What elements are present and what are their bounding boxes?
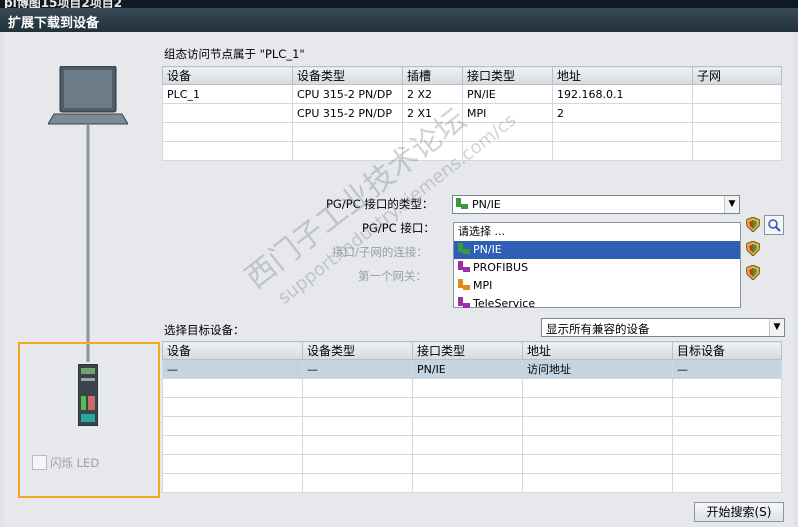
cell <box>692 84 782 104</box>
mpi-icon <box>458 279 470 291</box>
cell <box>292 122 403 142</box>
dropdown-item-profibus[interactable]: PROFIBUS <box>454 259 740 277</box>
pgpc-type-select[interactable]: PN/IE ▼ <box>452 195 740 214</box>
table-row <box>162 397 782 417</box>
cell <box>692 103 782 123</box>
col-device-type: 设备类型 <box>302 341 413 360</box>
flash-led-checkbox[interactable] <box>32 455 47 470</box>
table-row[interactable]: CPU 315-2 PN/DP 2 X1 MPI 2 <box>162 103 782 123</box>
teleservice-icon <box>458 297 470 309</box>
cell: — <box>672 359 782 379</box>
shield-icon <box>746 241 760 256</box>
cell <box>162 141 293 161</box>
background-window-strip: pl博图15项目2项目2 <box>0 0 798 8</box>
subnet-connection-label: 接口/子网的连接： <box>332 245 428 259</box>
cell <box>162 122 293 142</box>
pg-laptop-icon <box>48 66 128 362</box>
cell: CPU 315-2 PN/DP <box>292 84 403 104</box>
col-device: 设备 <box>162 66 293 85</box>
table-row[interactable]: — — PN/IE 访问地址 — <box>162 359 782 379</box>
col-address: 地址 <box>522 341 673 360</box>
config-table: 设备 设备类型 插槽 接口类型 地址 子网 PLC_1 CPU 315-2 PN… <box>162 66 782 161</box>
cell <box>692 141 782 161</box>
first-gateway-label: 第一个网关： <box>358 269 427 283</box>
target-filter-select[interactable]: 显示所有兼容的设备 ▼ <box>541 318 785 337</box>
col-subnet: 子网 <box>692 66 782 85</box>
pnie-icon <box>458 243 470 255</box>
chevron-down-icon[interactable]: ▼ <box>724 196 739 213</box>
pgpc-type-label: PG/PC 接口的类型： <box>326 197 434 211</box>
cell <box>292 141 403 161</box>
magnifier-icon <box>768 219 781 232</box>
table-row <box>162 378 782 398</box>
cell: 访问地址 <box>522 359 673 379</box>
start-search-button[interactable]: 开始搜索(S) <box>694 502 784 522</box>
pgpc-type-value: PN/IE <box>472 198 501 211</box>
cell: 2 X1 <box>402 103 463 123</box>
properties-button[interactable] <box>764 215 784 235</box>
dialog-client: 闪烁 LED 组态访问节点属于 "PLC_1" 设备 设备类型 插槽 接口类型 … <box>4 32 794 527</box>
cell: PN/IE <box>462 84 553 104</box>
cell <box>162 103 293 123</box>
table-row <box>162 141 782 161</box>
cell: — <box>162 359 303 379</box>
cell <box>462 141 553 161</box>
target-device-table: 设备 设备类型 接口类型 地址 目标设备 — — PN/IE 访问地址 — <box>162 341 782 493</box>
cell: CPU 315-2 PN/DP <box>292 103 403 123</box>
shield-icon <box>746 265 760 280</box>
table-row[interactable]: PLC_1 CPU 315-2 PN/DP 2 X2 PN/IE 192.168… <box>162 84 782 104</box>
cell <box>552 141 693 161</box>
col-device-type: 设备类型 <box>292 66 403 85</box>
pnie-icon <box>456 198 468 213</box>
col-address: 地址 <box>552 66 693 85</box>
col-interface-type: 接口类型 <box>412 341 523 360</box>
plc-device-icon <box>78 364 98 426</box>
dropdown-item-select[interactable]: 请选择 ... <box>454 223 740 241</box>
cell: 2 X2 <box>402 84 463 104</box>
dropdown-item-pnie[interactable]: PN/IE <box>454 241 740 259</box>
cell: 2 <box>552 103 693 123</box>
dropdown-item-teleservice[interactable]: TeleService <box>454 295 740 313</box>
table-row <box>162 454 782 474</box>
shield-icon <box>746 217 760 232</box>
col-interface-type: 接口类型 <box>462 66 553 85</box>
cell: MPI <box>462 103 553 123</box>
cell: — <box>302 359 413 379</box>
table-row <box>162 122 782 142</box>
col-device: 设备 <box>162 341 303 360</box>
cell <box>462 122 553 142</box>
dialog-title: 扩展下载到设备 <box>8 16 100 31</box>
cell <box>552 122 693 142</box>
background-window-title: pl博图15项目2项目2 <box>4 0 123 8</box>
col-slot: 插槽 <box>402 66 463 85</box>
chevron-down-icon[interactable]: ▼ <box>769 319 784 336</box>
flash-led-label: 闪烁 LED <box>50 456 100 470</box>
table-row <box>162 416 782 436</box>
dialog-titlebar: 扩展下载到设备 <box>0 8 798 32</box>
config-heading: 组态访问节点属于 "PLC_1" <box>164 47 305 61</box>
target-device-label: 选择目标设备： <box>164 323 245 337</box>
download-dialog: 扩展下载到设备 闪烁 LED 组态访问节点属于 "PLC_1" 设备 设备类型 … <box>0 8 798 527</box>
table-row <box>162 435 782 455</box>
cell: 192.168.0.1 <box>552 84 693 104</box>
col-target-device: 目标设备 <box>672 341 782 360</box>
target-device-panel: 闪烁 LED <box>18 342 160 498</box>
cell <box>402 122 463 142</box>
cell: PN/IE <box>412 359 523 379</box>
profibus-icon <box>458 261 470 273</box>
dropdown-item-mpi[interactable]: MPI <box>454 277 740 295</box>
pgpc-type-dropdown-list: 请选择 ... PN/IE PROFIBUS MPI TeleService <box>453 222 741 310</box>
cell: PLC_1 <box>162 84 293 104</box>
pgpc-interface-label: PG/PC 接口： <box>362 221 435 235</box>
cell <box>692 122 782 142</box>
cell <box>402 141 463 161</box>
table-row <box>162 473 782 493</box>
target-filter-value: 显示所有兼容的设备 <box>546 322 650 336</box>
